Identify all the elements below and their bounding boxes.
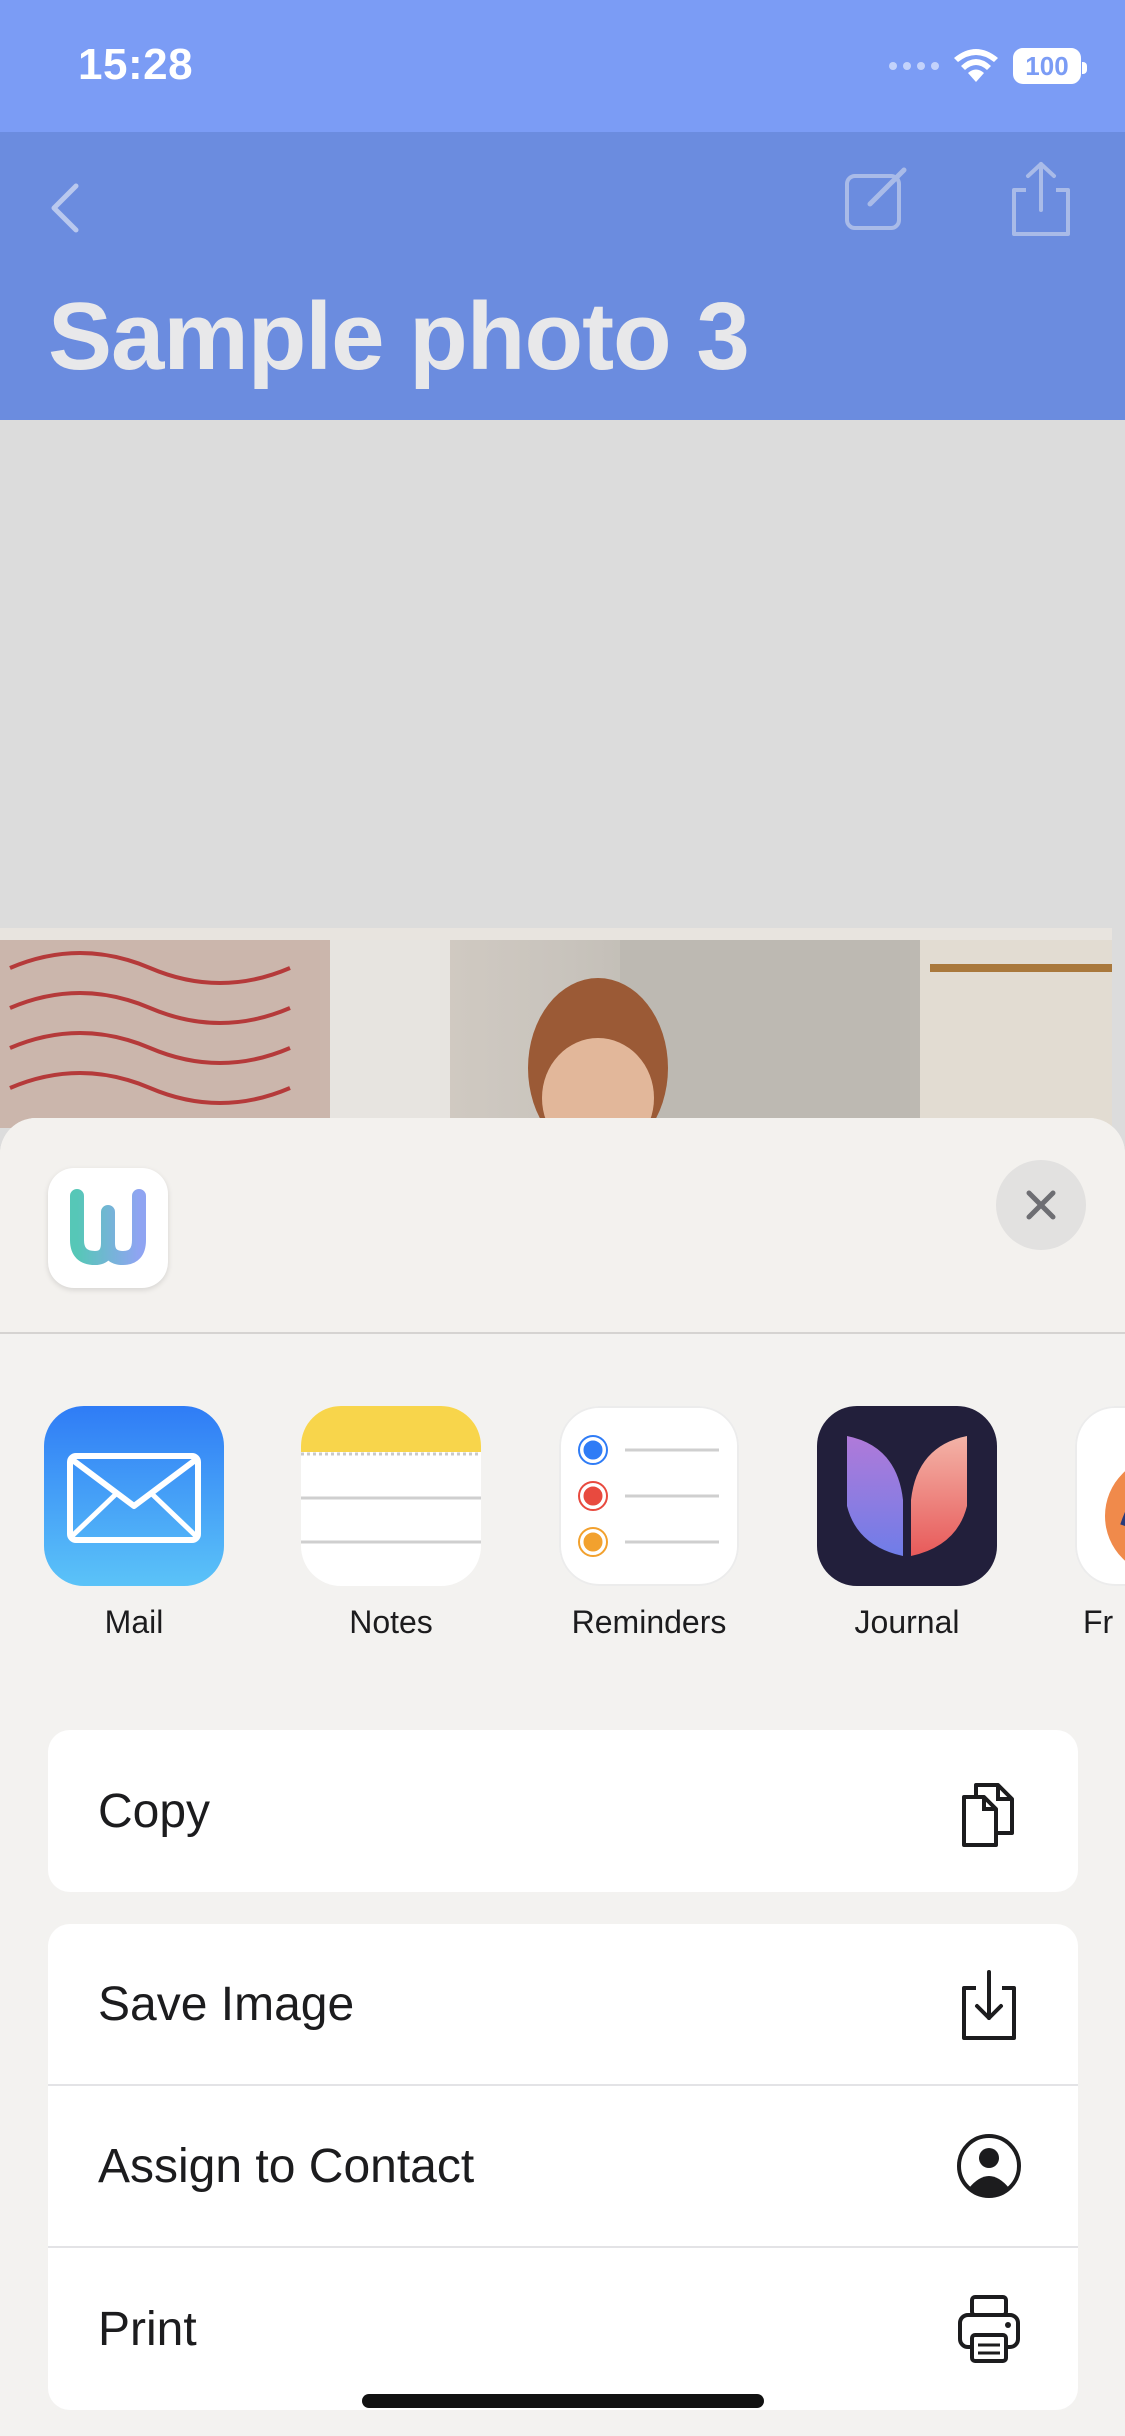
save-icon <box>962 1970 1016 2040</box>
freeform-icon <box>1075 1406 1125 1586</box>
status-icons: 100 <box>889 46 1087 86</box>
save-image-action[interactable]: Save Image <box>48 1924 1078 2086</box>
close-icon <box>1026 1190 1056 1220</box>
close-button[interactable] <box>996 1160 1086 1250</box>
action-label: Assign to Contact <box>98 2139 475 2193</box>
copy-action[interactable]: Copy <box>48 1730 1078 1892</box>
print-icon <box>958 2295 1020 2363</box>
actions-group-copy: Copy <box>48 1730 1078 1892</box>
copy-icon <box>962 1783 1014 1847</box>
action-label: Print <box>98 2302 197 2356</box>
nav-bar: Sample photo 3 <box>0 132 1125 420</box>
print-action[interactable]: Print <box>48 2248 1078 2410</box>
photo-content-icon <box>0 928 1112 1128</box>
reminders-icon <box>559 1406 739 1586</box>
share-app-freeform[interactable]: Fr <box>1065 1406 1125 1641</box>
page-title: Sample photo 3 <box>48 283 750 390</box>
compose-icon[interactable] <box>842 162 912 232</box>
share-app-label: Mail <box>104 1604 164 1640</box>
share-app-label: Fr <box>1083 1604 1114 1640</box>
contact-icon <box>957 2134 1021 2198</box>
home-indicator[interactable] <box>362 2394 764 2408</box>
screen: 15:28 100 Sample photo 3 Mail Notes Remi… <box>0 0 1125 2436</box>
notes-icon <box>301 1406 481 1586</box>
battery-level: 100 <box>1025 50 1069 81</box>
status-bar: 15:28 100 <box>0 0 1125 132</box>
share-app-label: Notes <box>349 1604 433 1640</box>
share-icon[interactable] <box>1006 160 1076 240</box>
share-app-journal[interactable]: Journal <box>807 1406 1007 1641</box>
share-app-reminders[interactable]: Reminders <box>549 1406 749 1641</box>
battery-icon: 100 <box>1013 48 1087 84</box>
actions-group-main: Save Image Assign to Contact Print <box>48 1924 1078 2410</box>
share-apps-row: Mail Notes Reminders Journal Fr <box>0 1406 1125 1666</box>
chevron-left-icon[interactable] <box>44 172 88 242</box>
action-label: Copy <box>98 1784 211 1838</box>
w-app-icon <box>48 1168 168 1288</box>
wifi-icon <box>954 49 998 82</box>
cellular-signal-icon <box>889 62 939 70</box>
photo-image[interactable] <box>0 928 1112 1128</box>
share-app-notes[interactable]: Notes <box>291 1406 491 1641</box>
share-app-label: Journal <box>854 1604 960 1640</box>
share-sheet: Mail Notes Reminders Journal Fr Copy Sav… <box>0 1118 1125 2436</box>
share-app-label: Reminders <box>571 1604 727 1640</box>
share-app-mail[interactable]: Mail <box>34 1406 234 1641</box>
mail-icon <box>44 1406 224 1586</box>
journal-icon <box>817 1406 997 1586</box>
assign-to-contact-action[interactable]: Assign to Contact <box>48 2086 1078 2248</box>
action-label: Save Image <box>98 1977 355 2031</box>
share-sheet-header <box>0 1118 1125 1334</box>
status-time: 15:28 <box>78 40 194 89</box>
